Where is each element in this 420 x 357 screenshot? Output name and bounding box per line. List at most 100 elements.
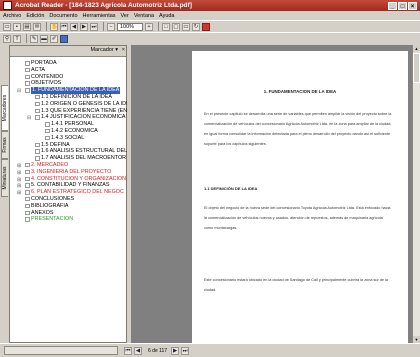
highlight-icon[interactable]: ▬ bbox=[40, 34, 48, 43]
scroll-thumb[interactable] bbox=[413, 53, 420, 83]
note-icon[interactable]: ✎ bbox=[30, 34, 38, 43]
bookmark-tree: PORTADA ACTA CONTENIDO OBJETIVOS ⊟ 1. FUNDAME… bbox=[10, 60, 128, 223]
first-page-status-icon[interactable]: ⏮ bbox=[124, 346, 132, 355]
bookmark-item[interactable]: ⊟ 1. FUNDAMENTACION DE LA IDEA bbox=[10, 87, 128, 94]
first-page-icon[interactable]: ⏮ bbox=[60, 22, 68, 31]
close-pane-icon[interactable]: × bbox=[122, 47, 125, 53]
bookmark-item[interactable]: ANEXOS bbox=[10, 210, 128, 217]
rotate-icon[interactable]: ↻ bbox=[192, 22, 200, 31]
close-button[interactable]: × bbox=[408, 1, 417, 10]
bookmark-item[interactable]: 1.5 DEFINA bbox=[10, 142, 128, 149]
bookmark-icon bbox=[25, 210, 30, 216]
scroll-down-icon[interactable]: ▼ bbox=[413, 336, 420, 343]
bookmark-label: OBJETIVOS bbox=[31, 80, 62, 87]
pencil-icon[interactable]: ✐ bbox=[50, 34, 58, 43]
window-title: Acrobat Reader - [184-1823 Agricola Auto… bbox=[15, 2, 192, 9]
hand-tool-icon[interactable]: ✋ bbox=[50, 22, 58, 31]
menu-edicion[interactable]: Edición bbox=[26, 13, 44, 19]
fit-page-icon[interactable]: ▢ bbox=[172, 22, 180, 31]
bookmark-item[interactable]: CONCLUSIONES bbox=[10, 196, 128, 203]
bookmark-icon bbox=[25, 81, 30, 86]
adobe-icon[interactable] bbox=[202, 22, 210, 31]
document-view[interactable]: 1. FUNDAMENTACION DE LA IDEA En el prese… bbox=[131, 45, 412, 343]
bookmark-icon bbox=[35, 101, 40, 107]
prev-page-icon[interactable]: ◀ bbox=[70, 22, 78, 31]
bookmark-item[interactable]: 1.7 ANALISIS DEL MACROENTOR bbox=[10, 155, 128, 162]
bookmark-item[interactable]: OBJETIVOS bbox=[10, 80, 128, 87]
bookmark-item[interactable]: ⊞ 2. MERCADEO bbox=[10, 162, 128, 169]
bookmark-item[interactable]: ⊞ 3. INGENIERIA DEL PROYECTO bbox=[10, 169, 128, 176]
toolbar-separator bbox=[158, 22, 159, 31]
minimize-button[interactable]: _ bbox=[388, 1, 397, 10]
bookmark-label: 1.3 QUE EXPERIENCIA TIENE (EN) bbox=[41, 107, 128, 114]
bookmark-icon bbox=[35, 142, 40, 148]
bookmark-icon bbox=[35, 156, 40, 161]
search-icon[interactable]: ⚲ bbox=[3, 34, 11, 43]
bookmark-icon bbox=[25, 162, 30, 168]
bookmark-item[interactable]: ⊞ 5. CONTABILIDAD Y FINANZAS bbox=[10, 182, 128, 189]
doc-paragraph-3: Este concesionario estará ubicado en la … bbox=[204, 278, 389, 292]
menu-ver[interactable]: Ver bbox=[121, 13, 129, 19]
stamp-icon[interactable] bbox=[60, 34, 68, 43]
next-page-icon[interactable]: ▶ bbox=[80, 22, 88, 31]
main-toolbar: ▭ ▪ ▤ ✉ ✋ ⏮ ◀ ▶ ⏭ − 100% + □ ▢ ▭ ↻ bbox=[0, 20, 420, 32]
bookmark-item[interactable]: 1.4.3 SOCIAL bbox=[10, 135, 128, 142]
acrobat-icon bbox=[3, 1, 12, 10]
bookmark-item[interactable]: 1.4.1 PERSONAL bbox=[10, 121, 128, 128]
open-icon[interactable]: ▭ bbox=[3, 22, 11, 31]
actual-size-icon[interactable]: □ bbox=[162, 22, 170, 31]
bookmark-icon bbox=[35, 115, 40, 120]
scroll-up-icon[interactable]: ▲ bbox=[413, 45, 420, 52]
text-select-icon[interactable]: T bbox=[13, 34, 21, 43]
bookmark-item[interactable]: PORTADA bbox=[10, 60, 128, 67]
doc-heading: 1. FUNDAMENTACION DE LA IDEA bbox=[263, 89, 337, 94]
zoom-out-icon[interactable]: − bbox=[107, 22, 115, 31]
bookmark-item[interactable]: ⊞ 6. PLAN ESTRATÉGICO DEL NEGOC bbox=[10, 189, 128, 196]
bookmark-icon bbox=[45, 128, 50, 134]
bookmark-icon bbox=[25, 74, 30, 80]
bookmark-icon bbox=[25, 169, 30, 175]
menu-herramientas[interactable]: Herramientas bbox=[83, 13, 116, 19]
bookmarks-options-menu[interactable]: Marcador ▾ bbox=[90, 47, 118, 53]
save-icon[interactable]: ▪ bbox=[13, 22, 21, 31]
prev-page-status-icon[interactable]: ◀ bbox=[134, 346, 142, 355]
fit-width-icon[interactable]: ▭ bbox=[182, 22, 190, 31]
bookmark-item[interactable]: BIBLIOGRAFIA bbox=[10, 203, 128, 210]
bookmark-item[interactable]: PRESENTACIÓN bbox=[10, 216, 128, 223]
tab-bookmarks[interactable]: Marcadores bbox=[1, 85, 8, 131]
bookmark-item[interactable]: ⊟ 1.4 JUSTIFICACION ECONOMICA bbox=[10, 114, 128, 121]
bookmark-label: BIBLIOGRAFIA bbox=[31, 202, 69, 209]
menu-documento[interactable]: Documento bbox=[49, 13, 77, 19]
bookmark-label: 4. CONSTITUCIÓN Y ORGANIZACIÓN bbox=[31, 175, 127, 182]
bookmark-item[interactable]: 1.6 ANALISIS ESTRUCTURAL DEL bbox=[10, 148, 128, 155]
tab-signatures[interactable]: Firmas bbox=[1, 131, 8, 159]
bookmark-label: 1.4.3 SOCIAL bbox=[51, 134, 85, 141]
bookmark-item[interactable]: 1.4.2 ECONÓMICA bbox=[10, 128, 128, 135]
last-page-icon[interactable]: ⏭ bbox=[90, 22, 98, 31]
menu-archivo[interactable]: Archivo bbox=[3, 13, 21, 19]
email-icon[interactable]: ✉ bbox=[33, 22, 41, 31]
bookmark-item[interactable]: ⊞ 4. CONSTITUCIÓN Y ORGANIZACIÓN bbox=[10, 176, 128, 183]
maximize-button[interactable]: □ bbox=[398, 1, 407, 10]
bookmark-item[interactable]: ACTA bbox=[10, 67, 128, 74]
bookmark-item[interactable]: 1.3 QUE EXPERIENCIA TIENE (EN) bbox=[10, 108, 128, 115]
bookmark-item[interactable]: 1.2 ORIGEN O GÉNESIS DE LA IDEA bbox=[10, 101, 128, 108]
bookmark-icon bbox=[25, 203, 30, 209]
last-page-status-icon[interactable]: ⏭ bbox=[181, 346, 190, 355]
bookmark-label: 5. CONTABILIDAD Y FINANZAS bbox=[31, 182, 110, 189]
page-indicator[interactable]: 6 de 117 bbox=[148, 348, 167, 354]
vertical-scrollbar[interactable]: ▲ ▼ bbox=[412, 45, 420, 343]
zoom-input[interactable]: 100% bbox=[117, 22, 143, 31]
bookmark-item[interactable]: 1.1 DEFINICIÓN DE LA IDEA bbox=[10, 94, 128, 101]
menu-ventana[interactable]: Ventana bbox=[134, 13, 154, 19]
horizontal-scrollbar[interactable] bbox=[4, 346, 118, 355]
bookmark-item[interactable]: CONTENIDO bbox=[10, 74, 128, 81]
bookmark-label: 1.5 DEFINA bbox=[41, 141, 70, 148]
tab-thumbnails[interactable]: Miniaturas bbox=[1, 159, 8, 197]
bookmarks-pane-header: Marcador ▾ × bbox=[10, 46, 126, 57]
next-page-status-icon[interactable]: ▶ bbox=[171, 346, 180, 355]
bookmark-label: 1.1 DEFINICIÓN DE LA IDEA bbox=[41, 93, 112, 100]
zoom-in-icon[interactable]: + bbox=[145, 22, 153, 31]
print-icon[interactable]: ▤ bbox=[23, 22, 31, 31]
menu-ayuda[interactable]: Ayuda bbox=[159, 13, 175, 19]
